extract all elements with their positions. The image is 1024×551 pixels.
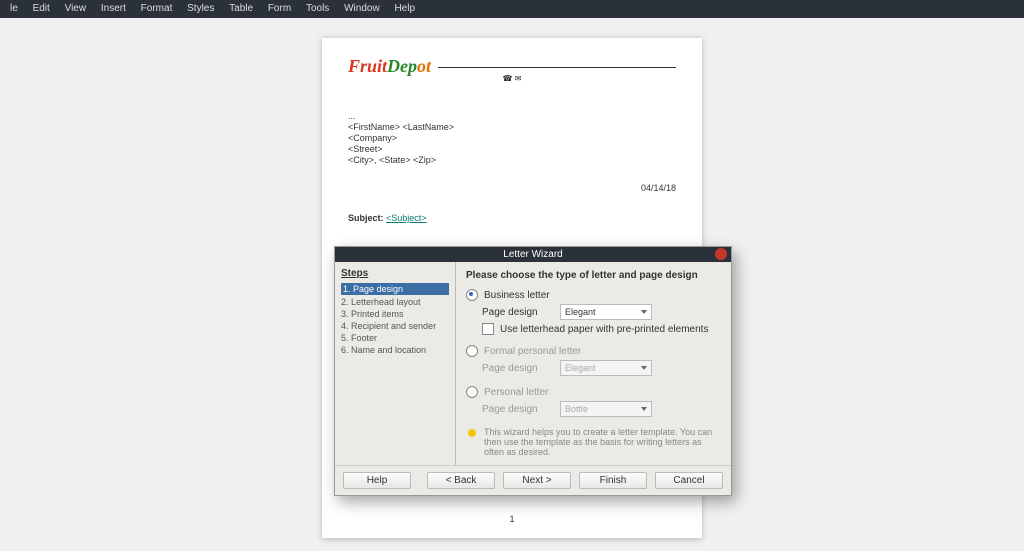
menu-styles[interactable]: Styles — [187, 3, 214, 14]
field-city: <City>, <State> <Zip> — [348, 155, 676, 165]
step-5[interactable]: 5. Footer — [341, 333, 449, 343]
menu-tools[interactable]: Tools — [306, 3, 329, 14]
address-block: ... <FirstName> <LastName> <Company> <St… — [348, 111, 676, 165]
menu-help[interactable]: Help — [394, 3, 415, 14]
menu-file[interactable]: le — [10, 3, 18, 14]
header-rule — [438, 67, 676, 68]
close-icon[interactable] — [715, 248, 727, 260]
dialog-footer: Help < Back Next > Finish Cancel — [335, 465, 731, 495]
menu-view[interactable]: View — [65, 3, 87, 14]
menu-format[interactable]: Format — [141, 3, 173, 14]
field-name: <FirstName> <LastName> — [348, 122, 676, 132]
page-design-label-2: Page design — [482, 363, 560, 374]
step-3[interactable]: 3. Printed items — [341, 309, 449, 319]
wizard-steps-panel: Steps 1. Page design 2. Letterhead layou… — [335, 262, 456, 465]
wizard-hint: This wizard helps you to create a letter… — [466, 427, 721, 457]
radio-business-label: Business letter — [484, 290, 550, 301]
lightbulb-icon — [466, 427, 478, 439]
wizard-heading: Please choose the type of letter and pag… — [466, 270, 721, 281]
field-company: <Company> — [348, 133, 676, 143]
page-design-select-3: Bottle — [560, 401, 652, 417]
dialog-title: Letter Wizard — [503, 249, 562, 260]
page-number: 1 — [322, 514, 702, 524]
page-design-select-2: Elegant — [560, 360, 652, 376]
wizard-main-panel: Please choose the type of letter and pag… — [456, 262, 731, 465]
help-button[interactable]: Help — [343, 472, 411, 489]
menu-bar: le Edit View Insert Format Styles Table … — [0, 0, 1024, 18]
menu-form[interactable]: Form — [268, 3, 291, 14]
letter-date: 04/14/18 — [348, 183, 676, 193]
page-design-label-3: Page design — [482, 404, 560, 415]
dialog-title-bar[interactable]: Letter Wizard — [335, 247, 731, 262]
menu-window[interactable]: Window — [344, 3, 380, 14]
steps-heading: Steps — [341, 268, 449, 279]
letterhead-checkbox[interactable] — [482, 323, 494, 335]
radio-formal-label: Formal personal letter — [484, 346, 581, 357]
radio-business[interactable] — [466, 289, 478, 301]
page-design-label-1: Page design — [482, 307, 560, 318]
radio-formal[interactable] — [466, 345, 478, 357]
menu-edit[interactable]: Edit — [33, 3, 50, 14]
step-4[interactable]: 4. Recipient and sender — [341, 321, 449, 331]
subject-line: Subject: <Subject> — [348, 213, 676, 223]
next-button[interactable]: Next > — [503, 472, 571, 489]
step-1[interactable]: 1. Page design — [341, 283, 449, 295]
menu-table[interactable]: Table — [229, 3, 253, 14]
radio-personal-label: Personal letter — [484, 387, 548, 398]
field-street: <Street> — [348, 144, 676, 154]
menu-insert[interactable]: Insert — [101, 3, 126, 14]
step-6[interactable]: 6. Name and location — [341, 345, 449, 355]
ellipsis-line: ... — [348, 111, 676, 121]
letterhead-label: Use letterhead paper with pre-printed el… — [500, 324, 708, 335]
radio-personal[interactable] — [466, 386, 478, 398]
back-button[interactable]: < Back — [427, 472, 495, 489]
cancel-button[interactable]: Cancel — [655, 472, 723, 489]
page-design-select-1[interactable]: Elegant — [560, 304, 652, 320]
finish-button[interactable]: Finish — [579, 472, 647, 489]
subject-placeholder[interactable]: <Subject> — [386, 213, 427, 223]
step-2[interactable]: 2. Letterhead layout — [341, 297, 449, 307]
letter-wizard-dialog: Letter Wizard Steps 1. Page design 2. Le… — [334, 246, 732, 496]
